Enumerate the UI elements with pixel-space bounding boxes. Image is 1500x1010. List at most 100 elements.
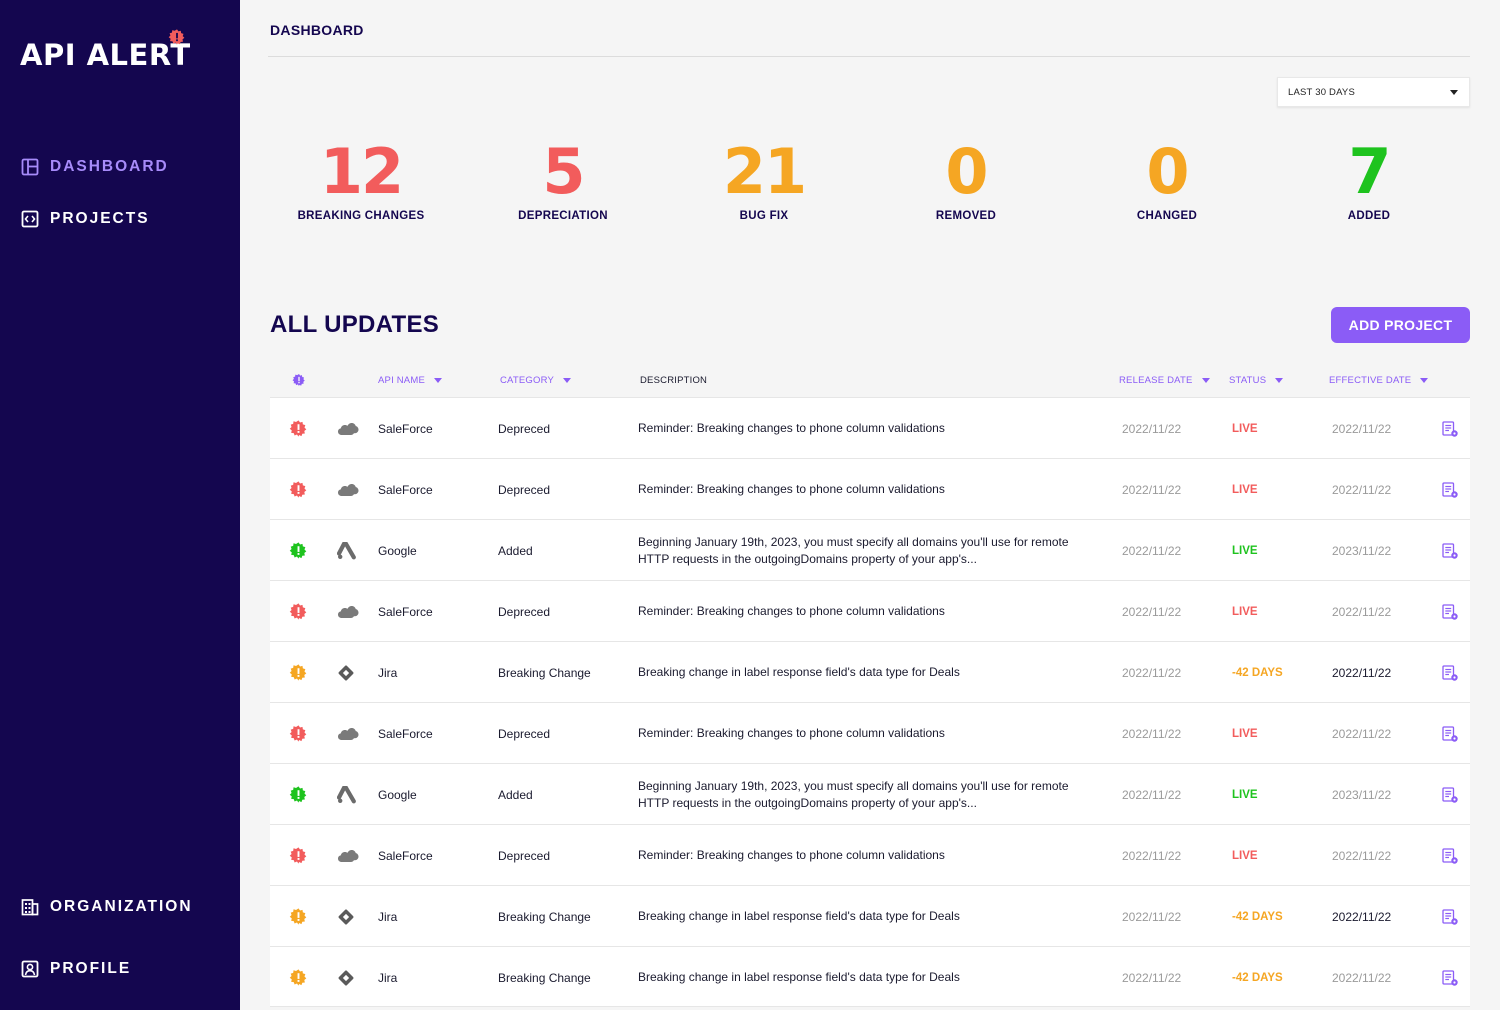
table-row[interactable]: SaleForce Depreced Reminder: Breaking chan… — [270, 458, 1470, 519]
alert-gear-icon[interactable] — [292, 373, 306, 387]
status-badge: LIVE — [1232, 544, 1258, 557]
description: Reminder: Breaking changes to phone colu… — [638, 421, 945, 435]
severity-cell — [289, 703, 309, 764]
release-date: 2022/11/22 — [1122, 604, 1182, 619]
table-row[interactable]: Jira Breaking Change Breaking change in la… — [270, 946, 1470, 1007]
stat-card: 12 BREAKING CHANGES — [261, 134, 461, 222]
row-action-button[interactable] — [1442, 398, 1462, 459]
status-badge: LIVE — [1232, 788, 1258, 801]
stat-label: BREAKING CHANGES — [297, 210, 425, 222]
api-logo-cell — [337, 947, 359, 1008]
description: Breaking change in label response field'… — [638, 665, 960, 679]
date-range-select[interactable]: LAST 30 DAYS — [1277, 77, 1470, 107]
row-action-button[interactable] — [1442, 520, 1462, 581]
status-badge: LIVE — [1232, 605, 1258, 618]
severity-cell — [289, 642, 309, 703]
description: Reminder: Breaking changes to phone colu… — [638, 726, 945, 740]
table-row[interactable]: SaleForce Depreced Reminder: Breaking chan… — [270, 702, 1470, 763]
row-action-button[interactable] — [1442, 764, 1462, 825]
sort-down-icon — [1420, 378, 1429, 383]
status-badge: LIVE — [1232, 727, 1258, 740]
effective-date: 2022/11/22 — [1332, 482, 1392, 497]
alert-gear-icon — [289, 664, 307, 681]
api-name: SaleForce — [378, 848, 433, 863]
release-date: 2022/11/22 — [1122, 543, 1182, 558]
api-name: Google — [378, 787, 417, 802]
alert-gear-icon — [289, 969, 307, 986]
category: Depreced — [498, 604, 551, 619]
table-row[interactable]: Jira Breaking Change Breaking change in la… — [270, 885, 1470, 946]
table-row[interactable]: SaleForce Depreced Reminder: Breaking chan… — [270, 824, 1470, 885]
stat-value: 0 — [1146, 135, 1189, 208]
effective-date: 2023/11/22 — [1332, 787, 1392, 802]
sidebar-item-profile[interactable]: PROFILE — [21, 960, 131, 978]
description: Beginning January 19th, 2023, you must s… — [638, 778, 1069, 810]
effective-date: 2022/11/22 — [1332, 970, 1392, 985]
column-header-status[interactable]: STATUS — [1229, 375, 1284, 386]
document-settings-icon — [1442, 481, 1458, 498]
jira-logo-icon — [338, 908, 354, 925]
row-action-button[interactable] — [1442, 642, 1462, 703]
column-header-category[interactable]: CATEGORY — [500, 375, 572, 386]
api-logo-cell — [337, 520, 359, 581]
sidebar-item-organization[interactable]: ORGANIZATION — [21, 898, 193, 916]
severity-cell — [289, 764, 309, 825]
app-logo[interactable]: API ALERT — [20, 38, 191, 72]
sidebar-item-dashboard[interactable]: DASHBOARD — [21, 158, 169, 176]
api-logo-cell — [337, 581, 359, 642]
table-row[interactable]: Jira Breaking Change Breaking change in la… — [270, 641, 1470, 702]
category: Depreced — [498, 482, 551, 497]
stat-label: DEPRECIATION — [518, 210, 608, 222]
document-settings-icon — [1442, 725, 1458, 742]
stat-value: 21 — [722, 135, 807, 208]
row-action-button[interactable] — [1442, 947, 1462, 1008]
divider — [268, 56, 1470, 57]
stat-value: 7 — [1348, 135, 1391, 208]
api-name: Jira — [378, 970, 398, 985]
table-row[interactable]: Google Added Beginning January 19th, 2023,… — [270, 763, 1470, 824]
document-settings-icon — [1442, 603, 1458, 620]
page-title: DASHBOARD — [270, 22, 364, 38]
add-project-button[interactable]: ADD PROJECT — [1331, 307, 1470, 343]
category: Added — [498, 787, 533, 802]
row-action-button[interactable] — [1442, 825, 1462, 886]
effective-date: 2022/11/22 — [1332, 665, 1392, 680]
alert-gear-icon — [289, 725, 307, 742]
stat-card: 7 ADDED — [1269, 134, 1469, 222]
updates-table: SaleForce Depreced Reminder: Breaking chan… — [270, 397, 1470, 1007]
document-settings-icon — [1442, 664, 1458, 681]
status-badge: -42 DAYS — [1232, 666, 1283, 679]
sidebar-item-projects[interactable]: PROJECTS — [21, 210, 150, 228]
category: Breaking Change — [498, 970, 591, 985]
severity-cell — [289, 825, 309, 886]
google-ads-logo-icon — [337, 785, 356, 803]
stat-card: 0 CHANGED — [1067, 134, 1267, 222]
stat-value: 12 — [319, 135, 404, 208]
column-header-effective-date[interactable]: EFFECTIVE DATE — [1329, 375, 1429, 386]
effective-date: 2022/11/22 — [1332, 604, 1392, 619]
chevron-down-icon — [1450, 90, 1458, 95]
document-settings-icon — [1442, 786, 1458, 803]
sidebar: API ALERT DASHBOARD PROJECTS ORGANIZATIO… — [0, 0, 240, 1010]
column-header-release-date[interactable]: RELEASE DATE — [1119, 375, 1210, 386]
table-row[interactable]: Google Added Beginning January 19th, 2023,… — [270, 519, 1470, 580]
row-action-button[interactable] — [1442, 703, 1462, 764]
table-row[interactable]: SaleForce Depreced Reminder: Breaking chan… — [270, 580, 1470, 641]
stat-value: 0 — [945, 135, 988, 208]
row-action-button[interactable] — [1442, 581, 1462, 642]
category: Breaking Change — [498, 665, 591, 680]
description: Reminder: Breaking changes to phone colu… — [638, 604, 945, 618]
date-range-value: LAST 30 DAYS — [1288, 86, 1355, 98]
stat-value: 5 — [542, 135, 585, 208]
api-name: SaleForce — [378, 604, 433, 619]
stat-card: 21 BUG FIX — [664, 134, 864, 222]
column-header-api-name[interactable]: API NAME — [378, 375, 442, 386]
stat-label: ADDED — [1347, 210, 1391, 222]
row-action-button[interactable] — [1442, 459, 1462, 520]
sidebar-item-label: ORGANIZATION — [50, 898, 193, 915]
row-action-button[interactable] — [1442, 886, 1462, 947]
api-logo-cell — [337, 703, 359, 764]
table-row[interactable]: SaleForce Depreced Reminder: Breaking chan… — [270, 397, 1470, 458]
description: Beginning January 19th, 2023, you must s… — [638, 534, 1069, 566]
effective-date: 2023/11/22 — [1332, 543, 1392, 558]
